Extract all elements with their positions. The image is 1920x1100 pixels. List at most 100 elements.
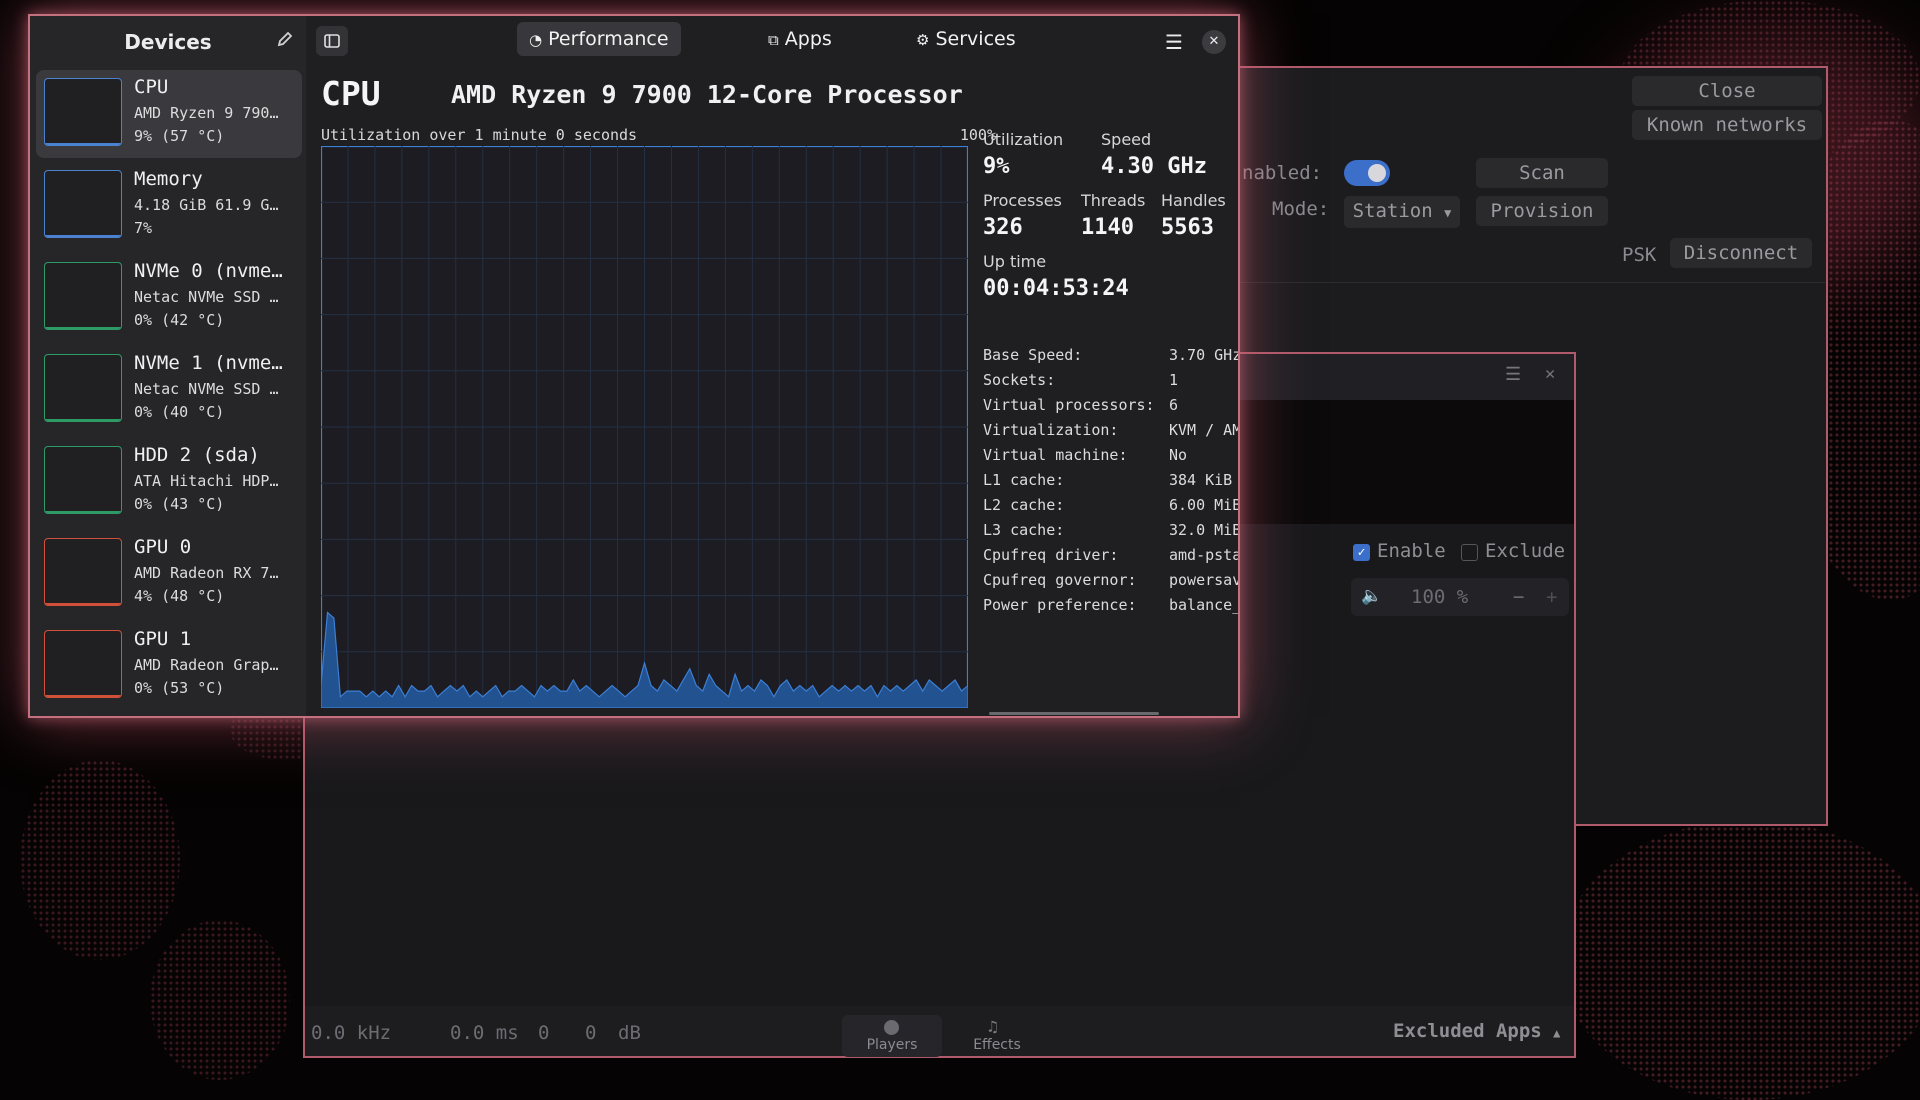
device-sub: 4.18 GiB 61.9 G… (134, 196, 279, 214)
excluded-apps-label: Excluded Apps (1393, 1020, 1542, 1042)
sidebar-toggle-icon (324, 34, 340, 48)
device-name: NVMe 0 (nvme… (134, 260, 283, 282)
players-icon (884, 1020, 899, 1035)
sidebar-toggle-button[interactable] (316, 26, 348, 56)
detail-value: 384 KiB (1169, 471, 1233, 489)
disconnect-button[interactable]: Disconnect (1670, 238, 1812, 268)
detail-key: Virtual machine: (983, 446, 1128, 464)
device-stat: 7% (134, 219, 153, 237)
enable-checkbox[interactable]: ✓ (1353, 544, 1370, 561)
mode-dropdown[interactable]: Station ▼ (1344, 196, 1460, 228)
detail-key: Virtualization: (983, 421, 1119, 439)
device-usage-thumbnail (44, 262, 122, 330)
volume-icon[interactable]: 🔈 (1361, 586, 1382, 606)
device-stat: 9% (57 °C) (134, 127, 225, 145)
device-stat: 0% (53 °C) (134, 679, 225, 697)
menu-icon[interactable]: ☰ (1505, 364, 1521, 385)
tab-services-label: Services (935, 28, 1016, 50)
sidebar-device-item[interactable]: GPU 1 AMD Radeon Grap… 0% (53 °C) (36, 622, 302, 710)
known-networks-button[interactable]: Known networks (1632, 110, 1822, 140)
detail-value: powersav (1169, 571, 1240, 589)
tab-performance[interactable]: ◔ Performance (517, 22, 681, 56)
device-usage-thumbnail (44, 446, 122, 514)
latency-readout: 0.0 ms (450, 1022, 519, 1044)
close-button[interactable]: Close (1632, 76, 1822, 106)
db-readout: dB (618, 1022, 641, 1044)
usage-baseline (45, 695, 121, 697)
detail-value: 6.00 MiB (1169, 496, 1240, 514)
processes-label: Processes (983, 191, 1062, 210)
detail-key: Base Speed: (983, 346, 1083, 364)
detail-key: L2 cache: (983, 496, 1065, 514)
device-name: GPU 1 (134, 628, 192, 650)
usage-baseline (45, 419, 121, 421)
psk-label: PSK (1622, 244, 1657, 266)
edit-icon[interactable] (276, 30, 298, 54)
effects-label: Effects (973, 1037, 1021, 1053)
detail-value: 1 (1169, 371, 1179, 389)
sidebar-device-item[interactable]: Memory 4.18 GiB 61.9 G… 7% (36, 162, 302, 250)
detail-key: Power preference: (983, 596, 1137, 614)
detail-value: KVM / AM (1169, 421, 1240, 439)
mode-value: Station (1352, 200, 1433, 222)
threads-value: 1140 (1081, 215, 1134, 240)
sidebar-device-item[interactable]: HDD 2 (sda) ATA Hitachi HDP… 0% (43 °C) (36, 438, 302, 526)
frequency-readout: 0.0 kHz (311, 1022, 392, 1044)
background-pattern (150, 920, 290, 1080)
apps-icon: ⧉ (768, 31, 779, 49)
device-name: GPU 0 (134, 536, 192, 558)
provision-button[interactable]: Provision (1476, 196, 1608, 226)
volume-increase-button[interactable]: + (1546, 586, 1557, 608)
device-sub: ATA Hitachi HDP… (134, 472, 279, 490)
device-stat: 0% (42 °C) (134, 311, 225, 329)
sidebar-title: Devices (124, 30, 212, 54)
scan-button[interactable]: Scan (1476, 158, 1608, 188)
device-sub: AMD Radeon RX 7… (134, 564, 279, 582)
close-icon[interactable]: ✕ (1545, 364, 1555, 384)
device-stat: 0% (40 °C) (134, 403, 225, 421)
sidebar-device-item[interactable]: NVMe 1 (nvme… Netac NVMe SSD … 0% (40 °C) (36, 346, 302, 434)
handles-value: 5563 (1161, 215, 1214, 240)
exclude-label: Exclude (1485, 540, 1566, 562)
tab-apps-label: Apps (784, 28, 832, 50)
mode-label: Mode: (1272, 198, 1330, 220)
players-tab[interactable]: Players (842, 1015, 942, 1057)
detail-value: 6 (1169, 396, 1179, 414)
device-usage-thumbnail (44, 538, 122, 606)
device-sub: Netac NVMe SSD … (134, 380, 279, 398)
background-pattern (1560, 820, 1920, 1100)
cpu-model-name: AMD Ryzen 9 7900 12-Core Processor (451, 80, 963, 109)
sidebar-device-item[interactable]: NVMe 0 (nvme… Netac NVMe SSD … 0% (42 °C) (36, 254, 302, 342)
detail-key: Virtual processors: (983, 396, 1155, 414)
menu-icon[interactable]: ☰ (1165, 30, 1183, 54)
volume-value[interactable]: 100 % (1411, 586, 1468, 608)
detail-key: Cpufreq governor: (983, 571, 1137, 589)
tab-services[interactable]: ⚙ Services (904, 22, 1028, 56)
device-stat: 0% (43 °C) (134, 495, 225, 513)
device-usage-thumbnail (44, 630, 122, 698)
sidebar-device-item[interactable]: CPU AMD Ryzen 9 790… 9% (57 °C) (36, 70, 302, 158)
usage-baseline (45, 603, 121, 605)
utilization-value: 9% (983, 154, 1010, 179)
graph-caption: Utilization over 1 minute 0 seconds (321, 126, 638, 144)
tab-apps[interactable]: ⧉ Apps (756, 22, 844, 56)
uptime-label: Up time (983, 252, 1047, 271)
chevron-up-icon: ▲ (1553, 1026, 1561, 1040)
exclude-checkbox[interactable] (1461, 544, 1478, 561)
usage-baseline (45, 143, 121, 145)
close-button[interactable]: ✕ (1202, 30, 1226, 54)
enabled-label: nabled: (1242, 162, 1323, 184)
volume-decrease-button[interactable]: − (1513, 586, 1524, 608)
enabled-toggle[interactable] (1344, 160, 1390, 186)
effects-tab[interactable]: ♫ Effects (952, 1015, 1042, 1057)
enable-label: Enable (1377, 540, 1446, 562)
processes-value: 326 (983, 215, 1023, 240)
excluded-apps-button[interactable]: Excluded Apps ▲ (1393, 1020, 1560, 1042)
usage-baseline (45, 235, 121, 237)
sidebar-device-item[interactable]: GPU 0 AMD Radeon RX 7… 4% (48 °C) (36, 530, 302, 618)
handles-label: Handles (1161, 191, 1226, 210)
speed-value: 4.30 GHz (1101, 154, 1207, 179)
utilization-label: Utilization (983, 130, 1064, 149)
horizontal-scrollbar[interactable] (989, 712, 1159, 715)
players-label: Players (866, 1037, 918, 1053)
